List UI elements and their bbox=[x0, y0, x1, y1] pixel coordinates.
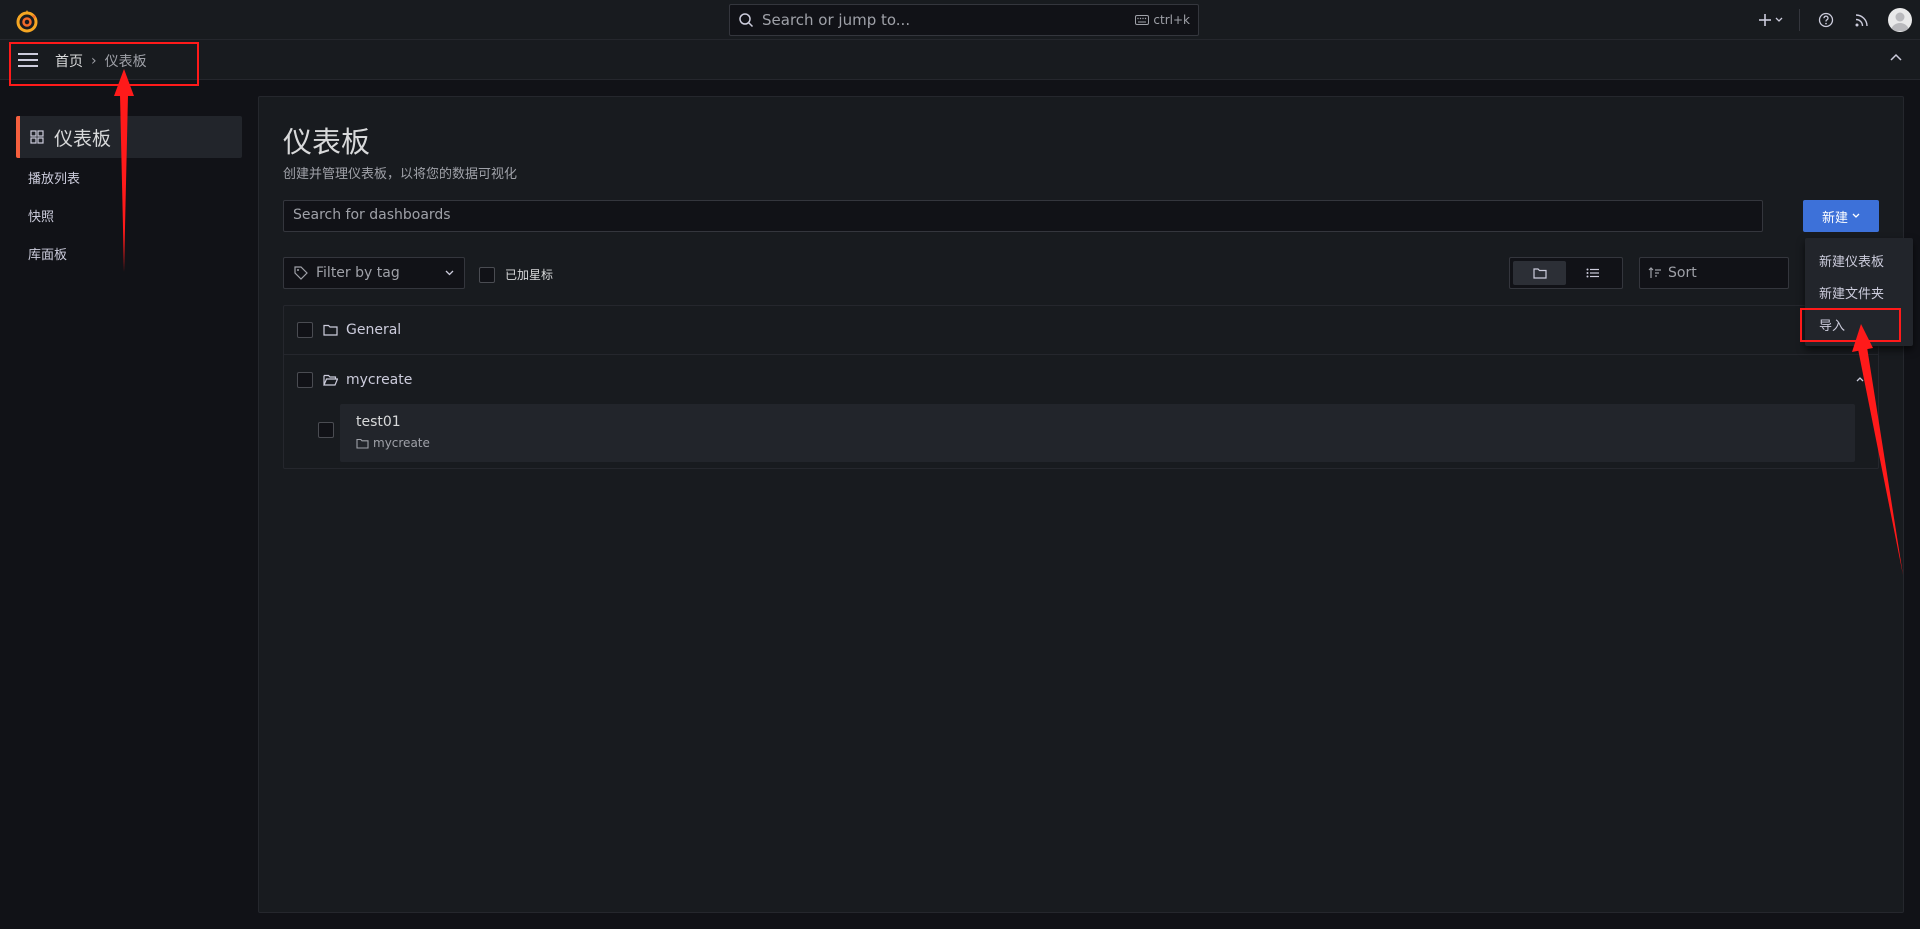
new-button-label: 新建 bbox=[1821, 210, 1848, 226]
folder-name: mycreate bbox=[346, 371, 413, 388]
folder-icon bbox=[323, 324, 338, 336]
folder-name: General bbox=[346, 322, 402, 338]
folder-icon bbox=[1532, 267, 1547, 279]
chevron-down-icon bbox=[1775, 17, 1783, 23]
starred-label: 已加星标 bbox=[505, 268, 554, 282]
starred-filter[interactable]: 已加星标 bbox=[479, 266, 553, 283]
add-new-button[interactable] bbox=[1758, 13, 1783, 27]
folder-icon bbox=[356, 438, 373, 449]
dashboard-list-item[interactable]: test01 mycreate bbox=[340, 404, 1855, 462]
annotation-box-breadcrumb bbox=[9, 42, 199, 86]
list-icon bbox=[1586, 268, 1600, 278]
page-subtitle: 创建并管理仪表板，以将您的数据可视化 bbox=[283, 167, 518, 182]
starred-checkbox[interactable] bbox=[479, 266, 495, 283]
folder-view-button[interactable] bbox=[1513, 261, 1566, 285]
dashboard-checkbox[interactable] bbox=[318, 422, 334, 438]
folder-row-general[interactable]: General bbox=[284, 306, 1878, 355]
dashboard-title: test01 bbox=[356, 414, 401, 430]
search-icon bbox=[738, 12, 754, 28]
main-panel: 仪表板 创建并管理仪表板，以将您的数据可视化 Search for dashbo… bbox=[258, 96, 1904, 913]
user-avatar[interactable] bbox=[1888, 8, 1912, 32]
nav-item-snapshots[interactable]: 快照 bbox=[28, 196, 242, 234]
tag-filter-placeholder: Filter by tag bbox=[316, 265, 400, 281]
nav-active-label: 仪表板 bbox=[54, 127, 112, 150]
new-button[interactable]: 新建 bbox=[1803, 200, 1879, 232]
shortcut-label: ctrl+k bbox=[1153, 13, 1190, 27]
sort-select[interactable]: Sort bbox=[1639, 257, 1789, 289]
news-rss-icon[interactable] bbox=[1852, 10, 1872, 30]
global-search-input[interactable]: Search or jump to... ctrl+k bbox=[729, 4, 1199, 36]
folder-checkbox[interactable] bbox=[297, 371, 313, 388]
dashboard-folder-name: mycreate bbox=[373, 436, 430, 450]
plus-icon bbox=[1758, 13, 1772, 27]
section-nav: 仪表板 播放列表 快照 库面板 bbox=[16, 116, 242, 272]
nav-item-playlists[interactable]: 播放列表 bbox=[28, 158, 242, 196]
global-search-placeholder: Search or jump to... bbox=[762, 11, 911, 29]
toolbar-divider bbox=[1799, 9, 1800, 31]
nav-item-dashboards[interactable]: 仪表板 bbox=[16, 116, 242, 158]
keyboard-icon bbox=[1135, 15, 1153, 25]
tag-icon bbox=[294, 266, 308, 280]
breadcrumb-bar: 首页 › 仪表板 bbox=[0, 40, 1920, 80]
folder-open-icon bbox=[323, 374, 338, 386]
folder-checkbox[interactable] bbox=[297, 322, 313, 338]
menu-item-new-folder[interactable]: 新建文件夹 bbox=[1805, 276, 1913, 308]
tag-filter-select[interactable]: Filter by tag bbox=[283, 257, 465, 289]
sort-placeholder: Sort bbox=[1668, 265, 1697, 281]
keyboard-shortcut: ctrl+k bbox=[1135, 13, 1190, 27]
folder-row-mycreate[interactable]: mycreate bbox=[284, 355, 1878, 404]
annotation-box-import bbox=[1800, 308, 1901, 342]
folder-list: General mycreate test01 mycreate bbox=[283, 305, 1879, 469]
chevron-up-icon[interactable] bbox=[1856, 376, 1864, 382]
chevron-down-icon bbox=[445, 270, 454, 276]
view-mode-toggle bbox=[1509, 257, 1623, 289]
top-bar: Search or jump to... ctrl+k bbox=[0, 0, 1920, 40]
page-title: 仪表板 bbox=[283, 125, 371, 159]
menu-item-new-dashboard[interactable]: 新建仪表板 bbox=[1805, 244, 1913, 276]
nav-item-library-panels[interactable]: 库面板 bbox=[28, 234, 242, 272]
chevron-down-icon bbox=[1848, 213, 1860, 219]
chevron-up-icon[interactable] bbox=[1890, 53, 1902, 61]
grafana-logo-icon[interactable] bbox=[14, 8, 40, 34]
dashboard-folder: mycreate bbox=[356, 436, 1839, 450]
sort-amount-icon bbox=[1648, 267, 1662, 279]
help-icon[interactable] bbox=[1816, 10, 1836, 30]
top-right-actions bbox=[1758, 0, 1920, 40]
apps-grid-icon bbox=[30, 130, 44, 144]
list-view-button[interactable] bbox=[1566, 261, 1619, 285]
dashboard-search-input[interactable]: Search for dashboards bbox=[283, 200, 1763, 232]
